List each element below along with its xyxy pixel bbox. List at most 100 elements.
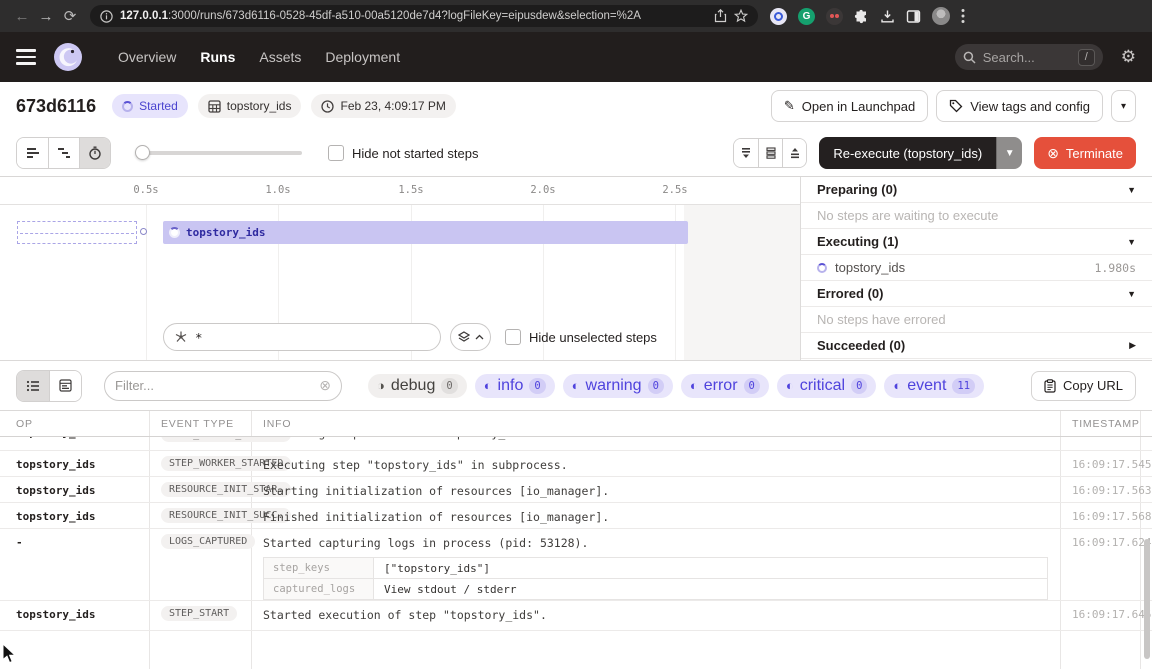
reexecute-button[interactable]: Re-execute (topstory_ids) <box>819 137 996 169</box>
step-spinner-icon <box>169 227 180 238</box>
view-stdout-stderr-link[interactable]: View stdout / stderr <box>374 579 1047 599</box>
panel-step-row[interactable]: topstory_ids 1.980s <box>801 255 1152 281</box>
run-target-tag[interactable]: topstory_ids <box>198 94 302 118</box>
axis-tick: 2.5s <box>655 184 695 196</box>
panel-section-preparing[interactable]: Preparing (0) ▼ <box>801 177 1152 203</box>
axis-tick: 0.5s <box>126 184 166 196</box>
column-header-event-type: EVENT TYPE <box>161 418 234 430</box>
step-query-input[interactable] <box>195 330 430 345</box>
hide-unselected-checkbox[interactable] <box>505 329 521 345</box>
global-search-input[interactable]: Search... / <box>955 44 1103 70</box>
log-structured-view-icon[interactable] <box>49 371 81 401</box>
search-icon <box>963 51 976 64</box>
panel-section-errored[interactable]: Errored (0) ▼ <box>801 281 1152 307</box>
copy-url-button[interactable]: Copy URL <box>1031 371 1136 401</box>
forward-icon[interactable]: → <box>34 8 58 25</box>
gantt-chart: 0.5s 1.0s 1.5s 2.0s 2.5s topstory_ids <box>0 177 800 361</box>
level-count: 11 <box>952 378 975 394</box>
browser-chrome: ← → ⟳ 127.0.0.1:3000/runs/673d6116-0528-… <box>0 0 1152 32</box>
zoom-slider-knob[interactable] <box>135 145 150 160</box>
op-selector-icon <box>174 330 188 344</box>
terminate-button[interactable]: ⊗ Terminate <box>1034 137 1136 169</box>
nav-item-assets[interactable]: Assets <box>259 49 301 65</box>
hide-not-started-label[interactable]: Hide not started steps <box>352 146 478 161</box>
graph-query-toggle-button[interactable] <box>450 323 491 351</box>
pencil-icon: ✎ <box>784 98 795 114</box>
open-in-launchpad-button[interactable]: ✎ Open in Launchpad <box>771 90 928 122</box>
reload-icon[interactable]: ⟳ <box>58 7 82 25</box>
axis-tick: 1.5s <box>391 184 431 196</box>
level-toggle-debug[interactable]: ◑ debug 0 <box>368 374 467 398</box>
flat-view-icon[interactable] <box>17 138 48 168</box>
level-count: 0 <box>648 378 664 394</box>
logs-toolbar: ⊗ ◑ debug 0 ◐ info 0 ◐ warning 0 ◐ error… <box>0 360 1152 410</box>
nav-item-overview[interactable]: Overview <box>118 49 176 65</box>
chevron-down-icon: ▼ <box>1127 237 1136 247</box>
gantt-pending-box <box>17 221 137 244</box>
hamburger-menu-icon[interactable] <box>16 49 36 65</box>
extension-icon-1[interactable] <box>770 8 787 25</box>
view-tags-config-button[interactable]: View tags and config <box>936 90 1103 122</box>
log-scrollbar-thumb[interactable] <box>1144 539 1150 659</box>
gantt-view-mode-group <box>16 137 111 169</box>
rows-icon[interactable] <box>758 139 782 167</box>
column-header-timestamp: TIMESTAMP <box>1072 418 1140 430</box>
run-actions-dropdown-button[interactable]: ▾ <box>1111 90 1136 122</box>
sidebar-toggle-icon[interactable] <box>906 9 921 24</box>
toggle-on-icon: ◐ <box>484 379 492 392</box>
dagster-logo[interactable] <box>52 41 84 73</box>
hide-unselected-label[interactable]: Hide unselected steps <box>529 330 657 345</box>
panel-section-succeeded[interactable]: Succeeded (0) ▶ <box>801 333 1152 359</box>
profile-avatar[interactable] <box>932 7 950 25</box>
level-toggle-error[interactable]: ◐ error 0 <box>681 374 769 398</box>
mouse-cursor <box>2 644 18 664</box>
browser-menu-icon[interactable] <box>961 8 965 24</box>
downloads-icon[interactable] <box>880 9 895 24</box>
log-filter-input[interactable] <box>115 378 319 393</box>
share-icon[interactable] <box>714 9 727 23</box>
nav-item-runs[interactable]: Runs <box>200 49 235 65</box>
settings-gear-icon[interactable]: ⚙ <box>1121 47 1136 67</box>
collapse-down-icon[interactable] <box>734 139 758 167</box>
clipboard-icon <box>1044 379 1056 393</box>
log-row[interactable]: topstory_ids STEP_START Started executio… <box>0 601 1152 631</box>
metadata-row: step_keys ["topstory_ids"] <box>264 558 1047 579</box>
run-id: 673d6116 <box>16 96 96 117</box>
log-row[interactable]: topstory_ids STEP_WORKER_STARTED Executi… <box>0 451 1152 477</box>
level-toggle-info[interactable]: ◐ info 0 <box>475 374 555 398</box>
level-count: 0 <box>851 378 867 394</box>
extensions-puzzle-icon[interactable] <box>854 9 869 24</box>
extension-icon-2[interactable]: G <box>798 8 815 25</box>
toggle-on-icon: ◐ <box>690 379 698 392</box>
gantt-step-bar[interactable]: topstory_ids <box>163 221 688 244</box>
level-toggle-event[interactable]: ◐ event 11 <box>884 374 984 398</box>
log-view-mode-group <box>16 370 82 402</box>
panel-section-executing[interactable]: Executing (1) ▼ <box>801 229 1152 255</box>
reexecute-split-button: Re-execute (topstory_ids) ▼ <box>819 137 1022 169</box>
panel-empty-preparing: No steps are waiting to execute <box>801 203 1152 229</box>
timed-view-icon[interactable] <box>79 138 110 168</box>
url-bar[interactable]: 127.0.0.1:3000/runs/673d6116-0528-45df-a… <box>90 5 758 27</box>
nav-item-deployment[interactable]: Deployment <box>325 49 400 65</box>
site-info-icon[interactable] <box>100 10 113 23</box>
extension-icon-3[interactable] <box>826 8 843 25</box>
level-toggle-warning[interactable]: ◐ warning 0 <box>563 374 673 398</box>
column-header-info: INFO <box>263 418 291 430</box>
log-filter-input-wrap: ⊗ <box>104 371 342 401</box>
zoom-slider[interactable] <box>137 151 302 155</box>
gantt-connector-dot <box>140 228 147 235</box>
log-list-view-icon[interactable] <box>17 371 49 401</box>
log-row-clipped[interactable]: topstory_ids STEP_WORKER_STARTI… Launchi… <box>0 437 1152 451</box>
log-row[interactable]: topstory_ids RESOURCE_INIT_SUCC… Finishe… <box>0 503 1152 529</box>
clear-filter-icon[interactable]: ⊗ <box>319 377 331 394</box>
collapse-up-icon[interactable] <box>782 139 806 167</box>
run-status-badge: Started <box>112 94 188 118</box>
back-icon[interactable]: ← <box>10 8 34 25</box>
bookmark-star-icon[interactable] <box>734 9 748 23</box>
reexecute-dropdown-icon[interactable]: ▼ <box>996 137 1022 169</box>
log-row[interactable]: topstory_ids RESOURCE_INIT_STAR… Startin… <box>0 477 1152 503</box>
log-row-logs-captured[interactable]: - LOGS_CAPTURED Started capturing logs i… <box>0 529 1152 601</box>
waterfall-view-icon[interactable] <box>48 138 79 168</box>
level-toggle-critical[interactable]: ◐ critical 0 <box>777 374 877 398</box>
hide-not-started-checkbox[interactable] <box>328 145 344 161</box>
